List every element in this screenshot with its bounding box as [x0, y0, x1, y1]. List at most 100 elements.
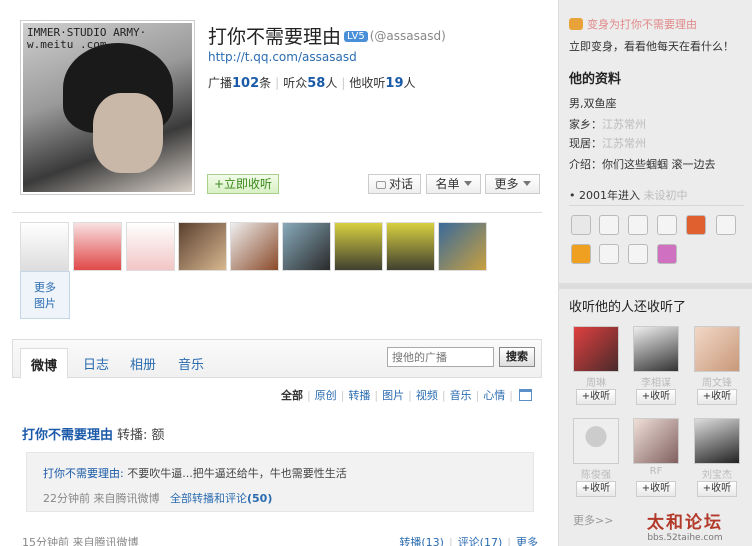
sidebar: 变身为打你不需要理由 立即变身，看看他每天在看什么！ 他的资料 男,双鱼座 家乡…	[558, 0, 752, 546]
suggested-user: RF +收听	[631, 418, 681, 497]
follow-user-button[interactable]: +收听	[636, 481, 676, 497]
filter-music[interactable]: 音乐	[450, 389, 472, 402]
photo-thumb[interactable]	[230, 222, 279, 271]
chevron-down-icon	[463, 181, 472, 186]
quote-text: 不要吹牛逼...把牛逼还给牛，牛也需要性生活	[127, 467, 347, 480]
follow-user-button[interactable]: +收听	[576, 481, 616, 497]
profile-stats: 广播102条 | 听众58人 | 他收听19人	[208, 76, 416, 91]
wand-badge-icon[interactable]	[628, 244, 648, 264]
post-text: 转播: 额	[117, 428, 165, 443]
transform-promo[interactable]: 变身为打你不需要理由	[569, 16, 697, 32]
quoted-post: 打你不需要理由: 不要吹牛逼...把牛逼还给牛，牛也需要性生活 22分钟前 来自…	[26, 452, 534, 512]
profile-url[interactable]: http://t.qq.com/assasasd	[208, 50, 357, 64]
level-badge-icon: LV5	[344, 31, 368, 42]
profile-name-row: 打你不需要理由 LV5 (@assasasd)	[208, 22, 446, 49]
pen-badge-icon[interactable]	[657, 215, 677, 235]
profile-school: • 2001年进入 未设初中	[569, 189, 688, 202]
profile-handle: (@assasasd)	[369, 29, 446, 43]
filter-image[interactable]: 图片	[382, 389, 404, 402]
profile-section-title: 他的资料	[569, 72, 622, 87]
avatar[interactable]	[573, 418, 619, 464]
post-time: 15分钟前	[22, 536, 69, 546]
pause-badge-icon[interactable]	[716, 215, 736, 235]
quote-all-link[interactable]: 全部转播和评论	[170, 492, 247, 505]
diamond-badge-icon[interactable]	[571, 244, 591, 264]
tab-log[interactable]: 日志	[73, 348, 119, 379]
microphone-badge-icon[interactable]	[599, 244, 619, 264]
section-separator	[559, 283, 752, 289]
filter-all[interactable]: 全部	[281, 389, 303, 402]
main-column: IMMER·STUDIO ARMY· w.meitu .com 打你不需要理由 LV…	[0, 0, 556, 546]
calendar-icon[interactable]	[519, 389, 532, 401]
follow-user-button[interactable]: +收听	[636, 389, 676, 405]
filter-video[interactable]: 视频	[416, 389, 438, 402]
avatar[interactable]	[573, 326, 619, 372]
listeners-count[interactable]: 58	[307, 76, 325, 91]
forum-watermark: 太和论坛 bbs.52taihe.com	[647, 513, 723, 543]
search-input[interactable]	[387, 347, 494, 367]
follow-button[interactable]: +立即收听	[207, 174, 280, 194]
more-photos-link[interactable]: 更多 图片	[20, 271, 70, 319]
list-dropdown[interactable]: 名单	[426, 174, 481, 194]
filter-original[interactable]: 原创	[315, 389, 337, 402]
tab-weibo[interactable]: 微博	[20, 348, 69, 379]
repost-action[interactable]: 转播(13)	[399, 536, 444, 546]
following-count[interactable]: 19	[385, 76, 403, 91]
comment-action[interactable]: 评论(17)	[458, 536, 503, 546]
suggested-user: 周琳 +收听	[571, 326, 621, 405]
quote-count[interactable]: (50)	[247, 492, 272, 505]
follow-user-button[interactable]: +收听	[697, 481, 737, 497]
avatar[interactable]	[694, 418, 740, 464]
photo-thumb[interactable]	[73, 222, 122, 271]
more-dropdown[interactable]: 更多	[485, 174, 540, 194]
avatar[interactable]	[694, 326, 740, 372]
flame-badge-icon[interactable]	[686, 215, 706, 235]
also-follow-title: 收听他的人还收听了	[569, 300, 687, 315]
follow-user-button[interactable]: +收听	[697, 389, 737, 405]
search-button[interactable]: 搜索	[499, 347, 535, 367]
photo-thumb[interactable]	[282, 222, 331, 271]
divider	[12, 212, 542, 213]
profile-intro: 介绍：你们这些蝈蝈 滚一边去	[569, 158, 716, 171]
profile-hometown: 家乡：江苏常州	[569, 118, 646, 131]
photo-thumb[interactable]	[20, 222, 69, 271]
more-action[interactable]: 更多	[516, 536, 538, 546]
photo-thumb[interactable]	[386, 222, 435, 271]
suggested-user: 李相谋 +收听	[631, 326, 681, 405]
avatar-watermark: IMMER·STUDIO ARMY· w.meitu .com	[27, 26, 147, 51]
superman-icon	[569, 18, 583, 30]
filter-mood[interactable]: 心情	[483, 389, 505, 402]
profile-residence: 现居：江苏常州	[569, 137, 646, 150]
post-header: 打你不需要理由 转播: 额	[22, 424, 165, 443]
photo-thumb[interactable]	[438, 222, 487, 271]
transform-promo-sub: 立即变身，看看他每天在看什么！	[569, 40, 734, 53]
photo-thumb[interactable]	[126, 222, 175, 271]
chevron-down-icon	[522, 181, 531, 186]
suggested-user: 刘宝杰 +收听	[692, 418, 742, 497]
post-author[interactable]: 打你不需要理由	[22, 428, 113, 443]
tab-album[interactable]: 相册	[120, 348, 166, 379]
dialog-button[interactable]: 对话	[368, 174, 421, 194]
photo-thumb[interactable]	[178, 222, 227, 271]
tab-music[interactable]: 音乐	[168, 348, 214, 379]
face-badge-icon[interactable]	[657, 244, 677, 264]
profile-gender: 男,双鱼座	[569, 97, 617, 110]
avatar[interactable]	[633, 418, 679, 464]
filter-repost[interactable]: 转播	[348, 389, 370, 402]
content-tabs: 微博 日志 相册 音乐 搜索	[12, 339, 542, 379]
follow-user-button[interactable]: +收听	[576, 389, 616, 405]
star-badge-icon[interactable]	[571, 215, 591, 235]
suggested-user: 陈俊强 +收听	[571, 418, 621, 497]
broadcasts-count[interactable]: 102	[232, 76, 259, 91]
cycle-badge-icon[interactable]	[628, 215, 648, 235]
weibo-badge-icon[interactable]	[599, 215, 619, 235]
more-follows-link[interactable]: 更多>>	[573, 512, 613, 528]
profile-name: 打你不需要理由	[208, 26, 342, 48]
avatar-image: IMMER·STUDIO ARMY· w.meitu .com	[23, 23, 192, 192]
profile-avatar[interactable]: IMMER·STUDIO ARMY· w.meitu .com	[20, 20, 195, 195]
post-footer: 15分钟前 来自腾讯微博 转播(13) | 评论(17) | 更多	[22, 534, 538, 546]
divider	[569, 205, 744, 206]
photo-thumb[interactable]	[334, 222, 383, 271]
avatar[interactable]	[633, 326, 679, 372]
quote-author[interactable]: 打你不需要理由:	[43, 467, 124, 480]
